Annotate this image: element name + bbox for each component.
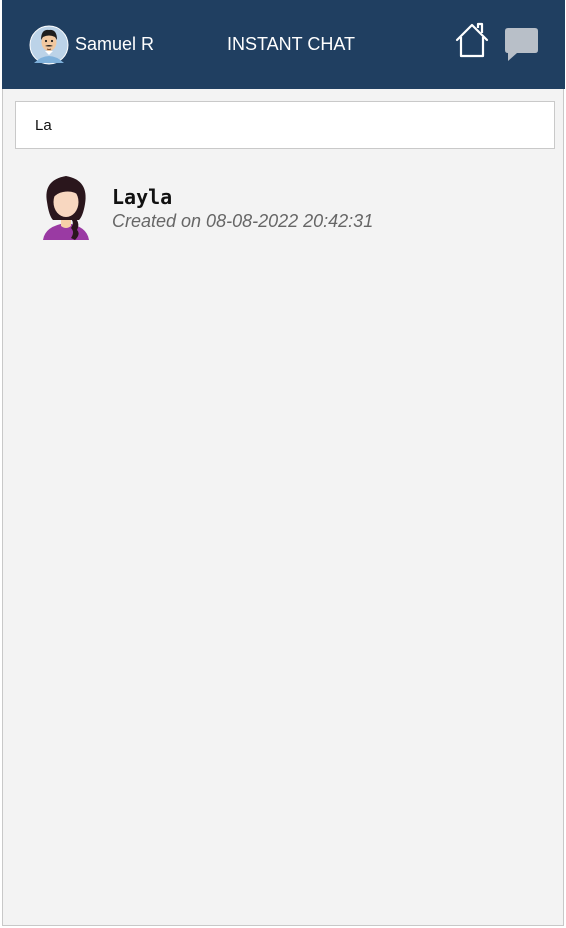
avatar-woman-icon: [43, 176, 89, 240]
chat-icon: [505, 28, 538, 61]
user-avatar[interactable]: [29, 25, 69, 65]
avatar-man-icon: [29, 25, 69, 65]
contact-item-layla[interactable]: Layla Created on 08-08-2022 20:42:31: [27, 166, 547, 242]
search-box: [15, 101, 555, 149]
app-header: Samuel R INSTANT CHAT: [2, 0, 565, 89]
app-title: INSTANT CHAT: [227, 34, 356, 54]
chat-button[interactable]: [504, 26, 539, 62]
home-icon: [455, 22, 489, 58]
app-window: Samuel R INSTANT CHAT La Layla Created o…: [2, 0, 565, 926]
search-input[interactable]: [16, 102, 554, 148]
home-button[interactable]: [454, 21, 490, 59]
contact-created-date: Created on 08-08-2022 20:42:31: [112, 211, 374, 231]
contact-name: Layla: [112, 185, 173, 209]
contact-avatar: [37, 170, 95, 240]
user-name: Samuel R: [75, 34, 155, 54]
